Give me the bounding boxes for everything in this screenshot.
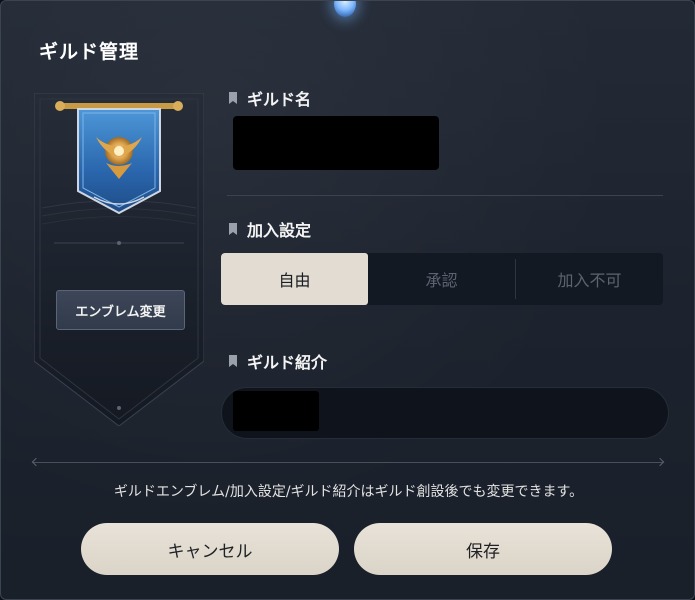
- join-option-free[interactable]: 自由: [221, 253, 368, 305]
- bookmark-icon: [229, 92, 237, 104]
- bookmark-icon: [229, 223, 237, 235]
- footer-divider-cap-left: [31, 457, 41, 467]
- join-setting-segmented-control: 自由 承認 加入不可: [221, 253, 663, 305]
- guild-name-label: ギルド名: [229, 86, 311, 110]
- guild-intro-label-text: ギルド紹介: [247, 353, 328, 372]
- join-setting-label: 加入設定: [229, 217, 311, 241]
- top-gem-ornament: [334, 1, 356, 17]
- change-emblem-button[interactable]: エンブレム変更: [56, 290, 185, 330]
- settings-notice: ギルドエンブレム/加入設定/ギルド紹介はギルド創設後でも変更できます。: [113, 484, 584, 500]
- guild-intro-value: [233, 391, 319, 431]
- join-option-closed[interactable]: 加入不可: [516, 253, 663, 305]
- guild-intro-label: ギルド紹介: [229, 349, 327, 373]
- emblem-panel: [34, 93, 204, 426]
- guild-name-label-text: ギルド名: [247, 90, 312, 109]
- cancel-button[interactable]: キャンセル: [81, 523, 339, 575]
- guild-name-input[interactable]: [233, 116, 439, 170]
- guild-management-dialog: ギルド管理 エンブレム変更 ギルド名 加入設定 自由 承認 加入不可 ギルド紹介…: [0, 0, 695, 600]
- join-option-approval[interactable]: 承認: [368, 253, 515, 305]
- dialog-title: ギルド管理: [39, 41, 140, 63]
- footer-divider-cap-right: [655, 457, 665, 467]
- bookmark-icon: [229, 355, 237, 367]
- footer-divider: [33, 462, 663, 463]
- join-setting-label-text: 加入設定: [247, 221, 312, 240]
- section-divider: [227, 195, 663, 196]
- save-button[interactable]: 保存: [354, 523, 612, 575]
- emblem-banner-frame: [34, 93, 204, 426]
